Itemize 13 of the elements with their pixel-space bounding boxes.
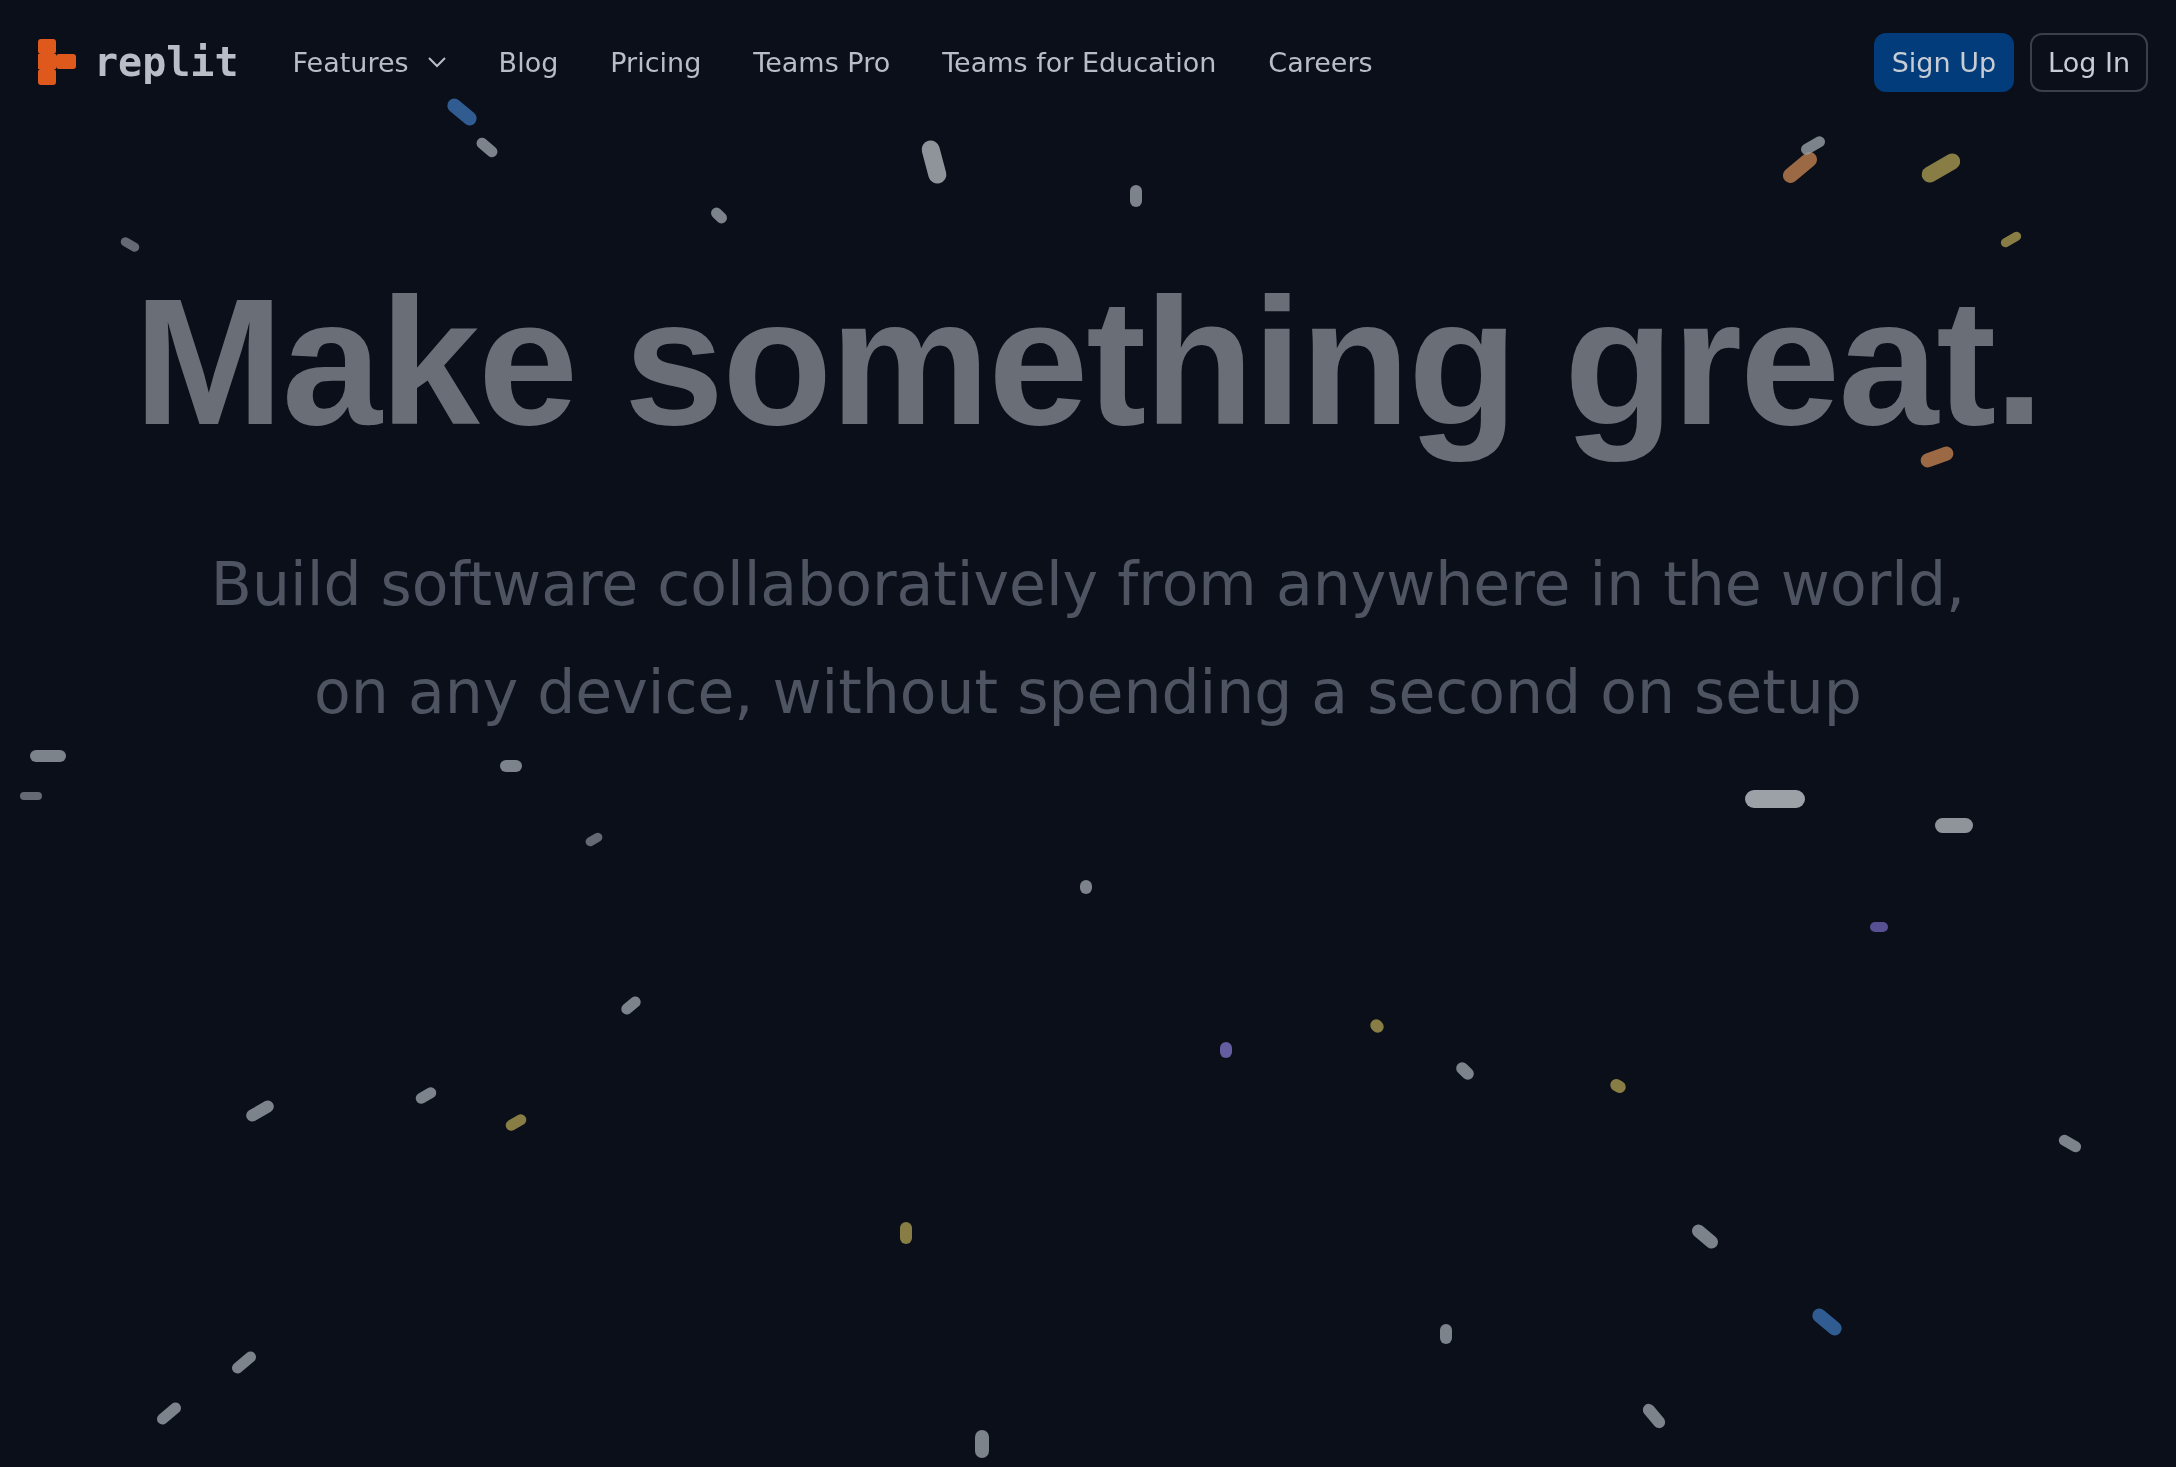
- nav-link[interactable]: Teams Pro: [753, 46, 891, 78]
- log-in-button[interactable]: Log In: [2030, 32, 2148, 92]
- nav-link[interactable]: Careers: [1268, 46, 1373, 78]
- nav-link[interactable]: Teams for Education: [942, 46, 1217, 78]
- hero-subtitle: Build software collaboratively from anywhere in the world,: [210, 548, 1966, 621]
- hero-title: Make something great.: [133, 260, 2043, 464]
- nav-link[interactable]: Pricing: [610, 46, 702, 78]
- nav-link[interactable]: Blog: [498, 46, 559, 78]
- logo-wordmark[interactable]: replit: [94, 39, 239, 85]
- hero-subtitle: on any device, without spending a second on setup: [314, 656, 1862, 729]
- nav-link[interactable]: Features: [292, 46, 447, 78]
- logo-icon: [38, 39, 76, 85]
- sign-up-button[interactable]: Sign Up: [1873, 32, 2015, 92]
